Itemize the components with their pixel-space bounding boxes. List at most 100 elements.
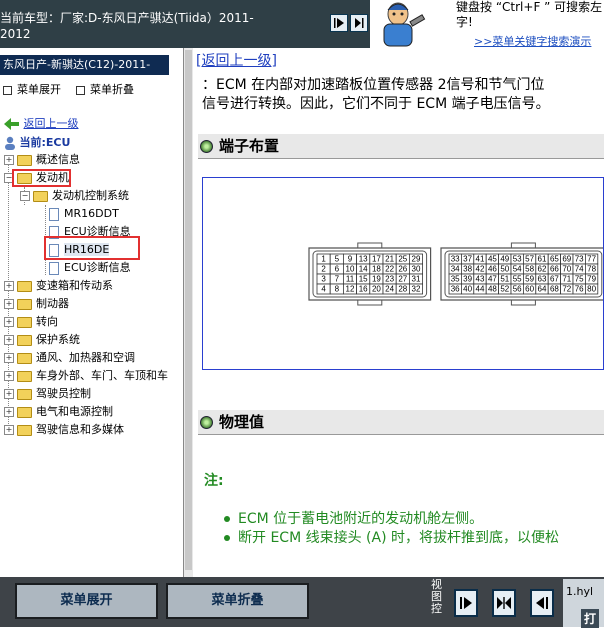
play-icon	[334, 18, 344, 28]
side-tab[interactable]: 1.hyl 打	[563, 579, 604, 628]
tree-item-engine-control[interactable]: − 发动机控制系统	[20, 188, 129, 204]
left-connector-pin-label: 29	[412, 255, 421, 264]
right-connector-pin-label: 73	[575, 255, 584, 264]
left-connector-pin-label: 5	[335, 255, 340, 264]
bullet-dot-icon	[224, 535, 230, 541]
folder-icon	[17, 280, 32, 292]
right-connector-pin-label: 72	[562, 285, 571, 294]
view-split-button[interactable]	[492, 589, 516, 617]
tree-item-body[interactable]: + 车身外部、车门、车顶和车	[4, 368, 168, 384]
left-connector-pin-label: 32	[412, 285, 421, 294]
right-connector-pin-label: 77	[587, 255, 596, 264]
menu-expand-link[interactable]: 菜单展开	[3, 81, 61, 97]
plus-icon[interactable]: +	[4, 371, 14, 381]
menu-collapse-label: 菜单折叠	[90, 83, 134, 96]
tree-item-hvac[interactable]: + 通风、加热器和空调	[4, 350, 135, 366]
right-connector-pin-label: 60	[525, 285, 534, 294]
tree-item-driver-info[interactable]: + 驾驶信息和多媒体	[4, 422, 124, 438]
scroll-thumb[interactable]	[185, 50, 192, 570]
menu-collapse-link[interactable]: 菜单折叠	[76, 81, 134, 97]
play-icon	[460, 597, 472, 609]
right-connector-pin-label: 50	[500, 265, 509, 274]
right-connector-pin-label: 70	[562, 265, 571, 274]
search-hint-text: 键盘按 “Ctrl+F ” 可搜索左字!	[456, 0, 603, 29]
tree-item-brake[interactable]: + 制动器	[4, 296, 69, 312]
left-connector-pin-label: 25	[398, 255, 407, 264]
plus-icon[interactable]: +	[4, 299, 14, 309]
right-connector-pin-label: 63	[538, 275, 547, 284]
next-button[interactable]	[350, 14, 368, 32]
plus-icon[interactable]: +	[4, 281, 14, 291]
right-connector-pin-label: 39	[463, 275, 472, 284]
right-connector-pin-label: 65	[550, 255, 559, 264]
right-connector-pin-label: 75	[575, 275, 584, 284]
left-connector-pin-label: 8	[335, 285, 340, 294]
plus-icon[interactable]: +	[4, 335, 14, 345]
bullet-text: 断开 ECM 线束接头 (A) 时，将拔杆推到底，以便松	[238, 530, 560, 546]
left-connector-bottom-latch	[357, 299, 383, 306]
right-connector-pin-label: 54	[513, 265, 522, 274]
section-title: 端子布置	[219, 137, 280, 155]
right-connector-pin-label: 78	[587, 265, 596, 274]
left-connector-pin-label: 22	[385, 265, 394, 274]
bottom-collapse-button[interactable]: 菜单折叠	[166, 583, 309, 619]
tree-item-overview[interactable]: + 概述信息	[4, 152, 80, 168]
plus-icon[interactable]: +	[4, 407, 14, 417]
side-open-button[interactable]: 打	[581, 609, 600, 628]
left-scrollbar[interactable]	[184, 48, 193, 577]
left-connector-pin-label: 10	[346, 265, 355, 274]
folder-icon	[17, 334, 32, 346]
content-back-link[interactable]: [返回上一级]	[196, 50, 277, 70]
view-left-button[interactable]	[454, 589, 478, 617]
view-control-label: 视图控	[431, 578, 442, 615]
plus-icon[interactable]: +	[4, 425, 14, 435]
right-connector-pin-label: 46	[488, 265, 497, 274]
right-connector-pin-label: 59	[525, 275, 534, 284]
back-up-link[interactable]: 返回上一级	[4, 116, 79, 132]
tree-item-mr16ddt[interactable]: MR16DDT	[46, 206, 119, 222]
right-connector-pin-label: 52	[500, 285, 509, 294]
folder-icon	[17, 298, 32, 310]
top-header: 当前车型：厂家:D-东风日产骐达(Tiida）2011-2012	[0, 0, 370, 48]
terminal-diagram: 1 5 9 13 17 21 25 29 2 6 10 14 18 22 26 30 3 7 11 15 19 23 27 3…	[202, 177, 604, 370]
folder-icon	[17, 406, 32, 418]
left-connector-pin-label: 15	[359, 275, 368, 284]
right-connector-pin-label: 69	[562, 255, 571, 264]
right-connector-pin-label: 64	[538, 285, 547, 294]
plus-icon[interactable]: +	[4, 317, 14, 327]
bullet-ball-icon	[200, 416, 213, 429]
minus-icon[interactable]: −	[20, 191, 30, 201]
tree-item-transmission[interactable]: + 变速箱和传动系	[4, 278, 113, 294]
connector-drawing: 1 5 9 13 17 21 25 292 6 10 14 18 22 26 303 7 11 15 19 23 27 3…	[308, 242, 604, 306]
right-connector-bottom-latch	[510, 299, 536, 306]
right-connector-pin-label: 40	[463, 285, 472, 294]
tree-item-protection[interactable]: + 保护系统	[4, 332, 80, 348]
tree-item-electrical[interactable]: + 电气和电源控制	[4, 404, 113, 420]
tree-item-steering[interactable]: + 转向	[4, 314, 58, 330]
folder-icon	[17, 352, 32, 364]
current-vehicle-label: 当前车型：厂家:D-东风日产骐达(Tiida）2011-2012	[0, 11, 254, 41]
current-label: 当前:ECU	[19, 136, 71, 149]
bottom-expand-button[interactable]: 菜单展开	[15, 583, 158, 619]
left-connector-pin-label: 19	[372, 275, 381, 284]
note-label: 注:	[204, 473, 224, 489]
prev-button[interactable]	[330, 14, 348, 32]
intro-line-1: ：ECM 在内部对加速踏板位置传感器 2信号和节气门位	[202, 77, 545, 93]
right-connector-pin-label: 49	[500, 255, 509, 264]
folder-icon	[17, 154, 32, 166]
search-demo-link[interactable]: >>菜单关键字搜索演示	[474, 33, 591, 49]
view-right-button[interactable]	[530, 589, 554, 617]
tree-item-driver-control[interactable]: + 驾驶员控制	[4, 386, 91, 402]
plus-icon[interactable]: +	[4, 389, 14, 399]
right-connector-pin-label: 62	[538, 265, 547, 274]
right-connector-pin-label: 37	[463, 255, 472, 264]
bullet-item: ECM 位于蓄电池附近的发动机舱左侧。	[224, 508, 483, 528]
right-connector-pin-label: 76	[575, 285, 584, 294]
right-connector-pin-label: 33	[451, 255, 460, 264]
right-connector-pin-label: 80	[587, 285, 596, 294]
left-connector-pin-label: 3	[321, 275, 326, 284]
plus-icon[interactable]: +	[4, 353, 14, 363]
user-icon	[5, 136, 15, 150]
plus-icon[interactable]: +	[4, 155, 14, 165]
tree-item-ecu-diag-2[interactable]: ECU诊断信息	[46, 260, 131, 276]
